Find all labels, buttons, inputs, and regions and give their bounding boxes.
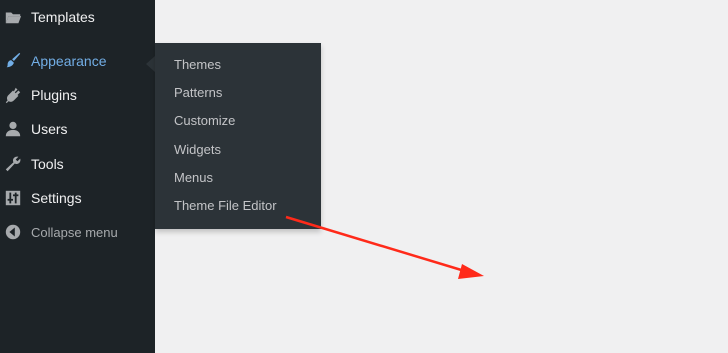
submenu-item-patterns[interactable]: Patterns <box>155 78 321 106</box>
submenu-item-themes[interactable]: Themes <box>155 50 321 78</box>
sidebar-item-label: Settings <box>31 190 82 206</box>
collapse-menu-label: Collapse menu <box>31 224 118 240</box>
submenu-item-theme-file-editor[interactable]: Theme File Editor <box>155 191 321 219</box>
folder-icon <box>4 8 22 26</box>
submenu-item-widgets[interactable]: Widgets <box>155 135 321 163</box>
wrench-icon <box>4 155 22 173</box>
appearance-flyout-submenu: Themes Patterns Customize Widgets Menus … <box>155 43 321 229</box>
arrow-head <box>458 264 484 279</box>
paintbrush-icon <box>4 52 22 70</box>
admin-sidebar: Templates Appearance Plugins Users Tools… <box>0 0 155 353</box>
sidebar-item-plugins[interactable]: Plugins <box>0 78 155 112</box>
collapse-arrow-icon <box>4 223 22 241</box>
user-icon <box>4 120 22 138</box>
sidebar-item-label: Users <box>31 121 68 137</box>
sidebar-item-label: Tools <box>31 156 64 172</box>
sidebar-item-appearance[interactable]: Appearance <box>0 44 155 78</box>
plug-icon <box>4 86 22 104</box>
sidebar-item-label: Templates <box>31 9 95 25</box>
sidebar-item-users[interactable]: Users <box>0 112 155 146</box>
sidebar-item-label: Plugins <box>31 87 77 103</box>
settings-sliders-icon <box>4 189 22 207</box>
submenu-item-menus[interactable]: Menus <box>155 163 321 191</box>
submenu-pointer <box>146 56 155 72</box>
sidebar-item-templates[interactable]: Templates <box>0 0 155 34</box>
sidebar-item-label: Appearance <box>31 53 107 69</box>
sidebar-item-settings[interactable]: Settings <box>0 181 155 215</box>
sidebar-item-tools[interactable]: Tools <box>0 147 155 181</box>
collapse-menu-button[interactable]: Collapse menu <box>0 215 155 249</box>
submenu-item-customize[interactable]: Customize <box>155 107 321 135</box>
